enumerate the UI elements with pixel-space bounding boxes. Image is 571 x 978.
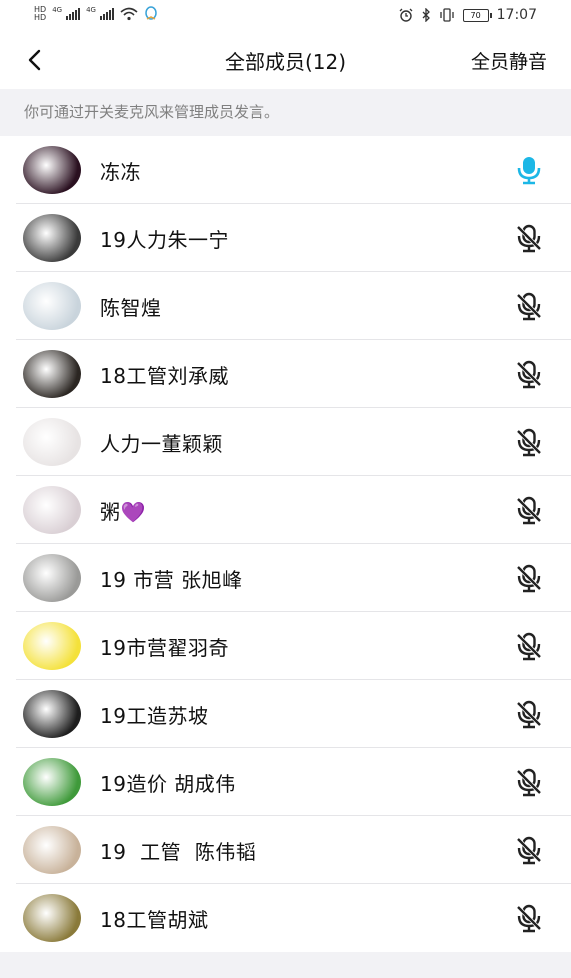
member-name: 人力一董颖颖 [100, 431, 223, 456]
microphone-off-icon[interactable] [514, 631, 544, 661]
member-name: 冻冻 [100, 159, 141, 184]
member-row[interactable]: 19人力朱一宁 [0, 204, 571, 272]
member-row[interactable]: 19 工管 陈伟韬 [0, 816, 571, 884]
bluetooth-icon [422, 8, 430, 22]
avatar[interactable] [23, 282, 81, 330]
member-row[interactable]: 18工管胡斌 [0, 884, 571, 952]
microphone-off-icon[interactable] [514, 291, 544, 321]
avatar[interactable] [23, 826, 81, 874]
avatar[interactable] [23, 350, 81, 398]
member-name: 陈智煌 [100, 295, 162, 320]
microphone-off-icon[interactable] [514, 835, 544, 865]
status-right: 70 17:07 [399, 7, 537, 23]
microphone-off-icon[interactable] [514, 903, 544, 933]
avatar[interactable] [23, 894, 81, 942]
microphone-off-icon[interactable] [514, 699, 544, 729]
member-name: 19 市营 张旭峰 [100, 567, 243, 592]
battery-icon: 70 [462, 8, 492, 22]
avatar[interactable] [23, 418, 81, 466]
microphone-off-icon[interactable] [514, 495, 544, 525]
member-name: 19造价 胡成伟 [100, 771, 236, 796]
avatar[interactable] [23, 214, 81, 262]
avatar[interactable] [23, 486, 81, 534]
signal-icon [66, 8, 81, 20]
purple-heart-emoji: 💜 [120, 499, 146, 524]
avatar[interactable] [23, 690, 81, 738]
status-left: HD HD 4G 4G [34, 6, 158, 22]
member-row[interactable]: 19造价 胡成伟 [0, 748, 571, 816]
wifi-icon [120, 7, 138, 21]
page-title: 全部成员(12) [224, 50, 347, 74]
member-row[interactable]: 陈智煌 [0, 272, 571, 340]
signal-icon-2 [99, 8, 114, 20]
member-row[interactable]: 粥💜 [0, 476, 571, 544]
back-arrow-icon[interactable] [22, 46, 50, 74]
hd-indicator: HD HD [34, 5, 47, 22]
avatar[interactable] [23, 146, 81, 194]
member-name: 18工管胡斌 [100, 907, 209, 932]
network-type-2: 4G [86, 6, 96, 14]
member-name: 19市营翟羽奇 [100, 635, 229, 660]
avatar[interactable] [23, 622, 81, 670]
status-bar: HD HD 4G 4G 70 17:07 [0, 0, 571, 32]
avatar[interactable] [23, 554, 81, 602]
vibrate-icon [439, 8, 454, 22]
member-name: 19 工管 陈伟韬 [100, 839, 257, 864]
member-row[interactable]: 19市营翟羽奇 [0, 612, 571, 680]
mute-all-button[interactable]: 全员静音 [471, 47, 547, 74]
microphone-off-icon[interactable] [514, 427, 544, 457]
microphone-off-icon[interactable] [514, 767, 544, 797]
member-name: 19工造苏坡 [100, 703, 209, 728]
member-row[interactable]: 19工造苏坡 [0, 680, 571, 748]
clock: 17:07 [496, 7, 537, 23]
member-row[interactable]: 冻冻 [0, 136, 571, 204]
avatar[interactable] [23, 758, 81, 806]
alarm-icon [399, 8, 413, 22]
member-name: 19人力朱一宁 [100, 227, 229, 252]
member-list: 冻冻 19人力朱一宁 陈智煌 18工管刘承威 人力一董颖颖 粥💜 19 市营 张旭峰 19市营… [0, 136, 571, 952]
hint-text: 你可通过开关麦克风来管理成员发言。 [0, 89, 571, 136]
member-row[interactable]: 18工管刘承威 [0, 340, 571, 408]
qq-icon [145, 6, 157, 20]
network-type-1: 4G [52, 6, 63, 14]
microphone-on-icon[interactable] [514, 155, 544, 185]
member-row[interactable]: 19 市营 张旭峰 [0, 544, 571, 612]
member-name: 粥💜 [100, 499, 146, 524]
navigation-bar: 全部成员(12) 全员静音 [0, 32, 571, 89]
member-name: 18工管刘承威 [100, 363, 229, 388]
member-row[interactable]: 人力一董颖颖 [0, 408, 571, 476]
microphone-off-icon[interactable] [514, 359, 544, 389]
microphone-off-icon[interactable] [514, 223, 544, 253]
microphone-off-icon[interactable] [514, 563, 544, 593]
